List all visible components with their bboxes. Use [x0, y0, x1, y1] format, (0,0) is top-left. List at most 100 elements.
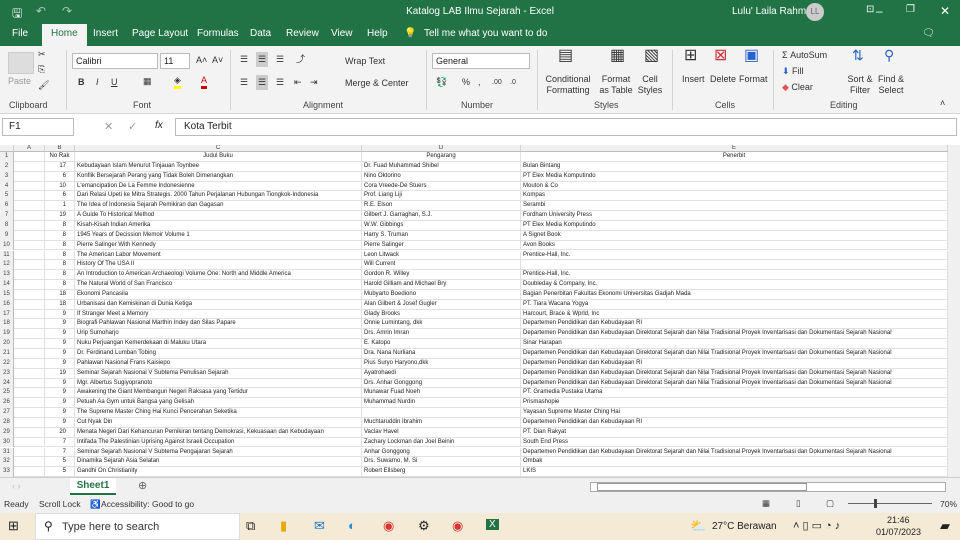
judul-cell[interactable]: L'emancipation De La Femme Indonesienne	[75, 181, 362, 192]
zoom-slider[interactable]	[848, 503, 932, 504]
row-header[interactable]: 10	[0, 240, 14, 251]
header-cell[interactable]	[14, 152, 45, 162]
excel-icon[interactable]: X	[486, 519, 499, 530]
no-rak-cell[interactable]: 5	[45, 457, 75, 468]
cell[interactable]	[14, 329, 45, 340]
penerbit-cell[interactable]: Prismashopie	[521, 398, 948, 409]
no-rak-cell[interactable]: 9	[45, 339, 75, 349]
no-rak-cell[interactable]: 9	[45, 358, 75, 369]
pengarang-cell[interactable]: Vaclav Havel	[362, 427, 521, 438]
add-sheet-icon[interactable]: ⊕	[138, 479, 147, 492]
penerbit-cell[interactable]: A Signet Book	[521, 230, 948, 241]
header-cell[interactable]: Pengarang	[362, 152, 521, 162]
judul-cell[interactable]: Pierre Salinger With Kennedy	[75, 240, 362, 251]
judul-cell[interactable]: Petuah Aa Gym untuk Bangsa yang Gelisah	[75, 398, 362, 409]
penerbit-cell[interactable]: Prentice-Hall, Inc.	[521, 250, 948, 261]
pengarang-cell[interactable]: Will Current	[362, 260, 521, 271]
tab-review[interactable]: Review	[286, 28, 319, 39]
edge-icon[interactable]: ◐	[348, 518, 356, 533]
penerbit-cell[interactable]: Bulan Bintang	[521, 161, 948, 172]
no-rak-cell[interactable]: 9	[45, 349, 75, 359]
judul-cell[interactable]: Ekonomi Pancasila	[75, 289, 362, 300]
vertical-scrollbar[interactable]	[948, 145, 960, 477]
cell[interactable]	[14, 230, 45, 241]
judul-cell[interactable]: Dinamika Sejarah Asia Selatan	[75, 457, 362, 468]
font-color-icon[interactable]: A	[201, 75, 208, 89]
no-rak-cell[interactable]: 8	[45, 270, 75, 281]
cell[interactable]	[14, 319, 45, 330]
pengarang-cell[interactable]: Dr. Fuad Muhammad Shibel	[362, 161, 521, 172]
pengarang-cell[interactable]: Muhammad Nurdin	[362, 398, 521, 409]
penerbit-cell[interactable]: Yayasan Supreme Master Ching Hai	[521, 408, 948, 418]
center-icon[interactable]: ☰	[256, 75, 269, 90]
no-rak-cell[interactable]: 6	[45, 191, 75, 202]
penerbit-cell[interactable]: Ombak	[521, 457, 948, 468]
no-rak-cell[interactable]: 8	[45, 230, 75, 241]
no-rak-cell[interactable]: 8	[45, 240, 75, 251]
align-right-icon[interactable]: ☰	[276, 77, 284, 88]
judul-cell[interactable]: Kisah-Kisah Indian Amerika	[75, 220, 362, 231]
bottom-align-icon[interactable]: ☰	[276, 54, 284, 65]
format-as-table-button[interactable]: Format as Table	[596, 74, 636, 96]
pengarang-cell[interactable]: Drs. Amrin Imran	[362, 329, 521, 340]
tab-home[interactable]: Home	[42, 24, 87, 46]
weather-text[interactable]: 27°C Berawan	[712, 521, 777, 532]
conditional-formatting-button[interactable]: Conditional Formatting	[542, 74, 594, 96]
file-explorer-icon[interactable]: ▮	[280, 518, 287, 534]
pengarang-cell[interactable]: Muchtaruddin Ibrahim	[362, 417, 521, 428]
penerbit-cell[interactable]: Serambi	[521, 201, 948, 212]
comments-icon[interactable]: 🗨	[922, 28, 935, 39]
cell[interactable]	[14, 240, 45, 251]
row-header[interactable]: 17	[0, 309, 14, 320]
normal-view-icon[interactable]: ▦	[762, 498, 770, 509]
penerbit-cell[interactable]: PT Elex Media Komputindo	[521, 220, 948, 231]
no-rak-cell[interactable]: 9	[45, 319, 75, 330]
penerbit-cell[interactable]: Harcourt, Brace & Wprld, Inc	[521, 309, 948, 320]
clock-time[interactable]: 21:46	[887, 515, 910, 525]
tab-help[interactable]: Help	[367, 28, 388, 39]
conditional-formatting-icon[interactable]: ▤	[558, 48, 573, 64]
pengarang-cell[interactable]: E. Katopo	[362, 339, 521, 349]
pengarang-cell[interactable]: Gilbert J. Garraghan, S.J.	[362, 211, 521, 221]
insert-cells-icon[interactable]: ⊞	[684, 48, 697, 64]
penerbit-cell[interactable]: Fordham University Press	[521, 211, 948, 221]
cell[interactable]	[14, 211, 45, 221]
no-rak-cell[interactable]: 20	[45, 427, 75, 438]
font-size-select[interactable]: 11	[160, 53, 190, 69]
pengarang-cell[interactable]: Harry S. Truman	[362, 230, 521, 241]
borders-icon[interactable]: ▦	[143, 76, 152, 87]
fill-color-icon[interactable]: ◈	[174, 75, 181, 89]
pengarang-cell[interactable]	[362, 408, 521, 418]
decrease-decimal-icon[interactable]: .0	[510, 77, 516, 88]
cell[interactable]	[14, 457, 45, 468]
cell[interactable]	[14, 467, 45, 477]
cut-icon[interactable]: ✂	[38, 49, 46, 60]
judul-cell[interactable]: 1945 Years of Decission Memoir Volume 1	[75, 230, 362, 241]
delete-button[interactable]: Delete	[710, 74, 736, 85]
judul-cell[interactable]: Nuku Perjuangan Kemerdekaan di Maluku Ut…	[75, 339, 362, 349]
merge-center-button[interactable]: Merge & Center	[345, 78, 409, 89]
cell[interactable]	[14, 408, 45, 418]
row-header[interactable]: 15	[0, 289, 14, 300]
cell[interactable]	[14, 220, 45, 231]
format-button[interactable]: Format	[739, 74, 768, 85]
judul-cell[interactable]: Kebudayaan Islam Menurut Tinjauan Toynbe…	[75, 161, 362, 172]
row-header[interactable]: 2	[0, 161, 14, 172]
penerbit-cell[interactable]: Sinar Harapan	[521, 339, 948, 349]
spreadsheet-grid[interactable]: A B C D E 1 No Rak Judul Buku Pengarang Pene…	[0, 145, 948, 477]
judul-cell[interactable]: Gandhi On Christianity	[75, 467, 362, 477]
page-break-view-icon[interactable]: ▢	[826, 498, 834, 509]
cell[interactable]	[14, 260, 45, 271]
no-rak-cell[interactable]: 8	[45, 250, 75, 261]
paste-button[interactable]: Paste	[8, 76, 31, 87]
row-header[interactable]: 5	[0, 191, 14, 202]
row-header[interactable]: 23	[0, 368, 14, 379]
judul-cell[interactable]: An Introduction to American Archaeologi …	[75, 270, 362, 281]
penerbit-cell[interactable]: Departemen Pendidikan dan Kebudayaan Dir…	[521, 349, 948, 359]
row-header[interactable]: 27	[0, 408, 14, 418]
judul-cell[interactable]: Seminar Sejarah Nasional V Subtema Penga…	[75, 447, 362, 458]
row-header[interactable]: 29	[0, 427, 14, 438]
no-rak-cell[interactable]: 19	[45, 211, 75, 221]
pengarang-cell[interactable]: Cora Vreede-De Stuers	[362, 181, 521, 192]
decrease-indent-icon[interactable]: ⇤	[294, 77, 302, 88]
